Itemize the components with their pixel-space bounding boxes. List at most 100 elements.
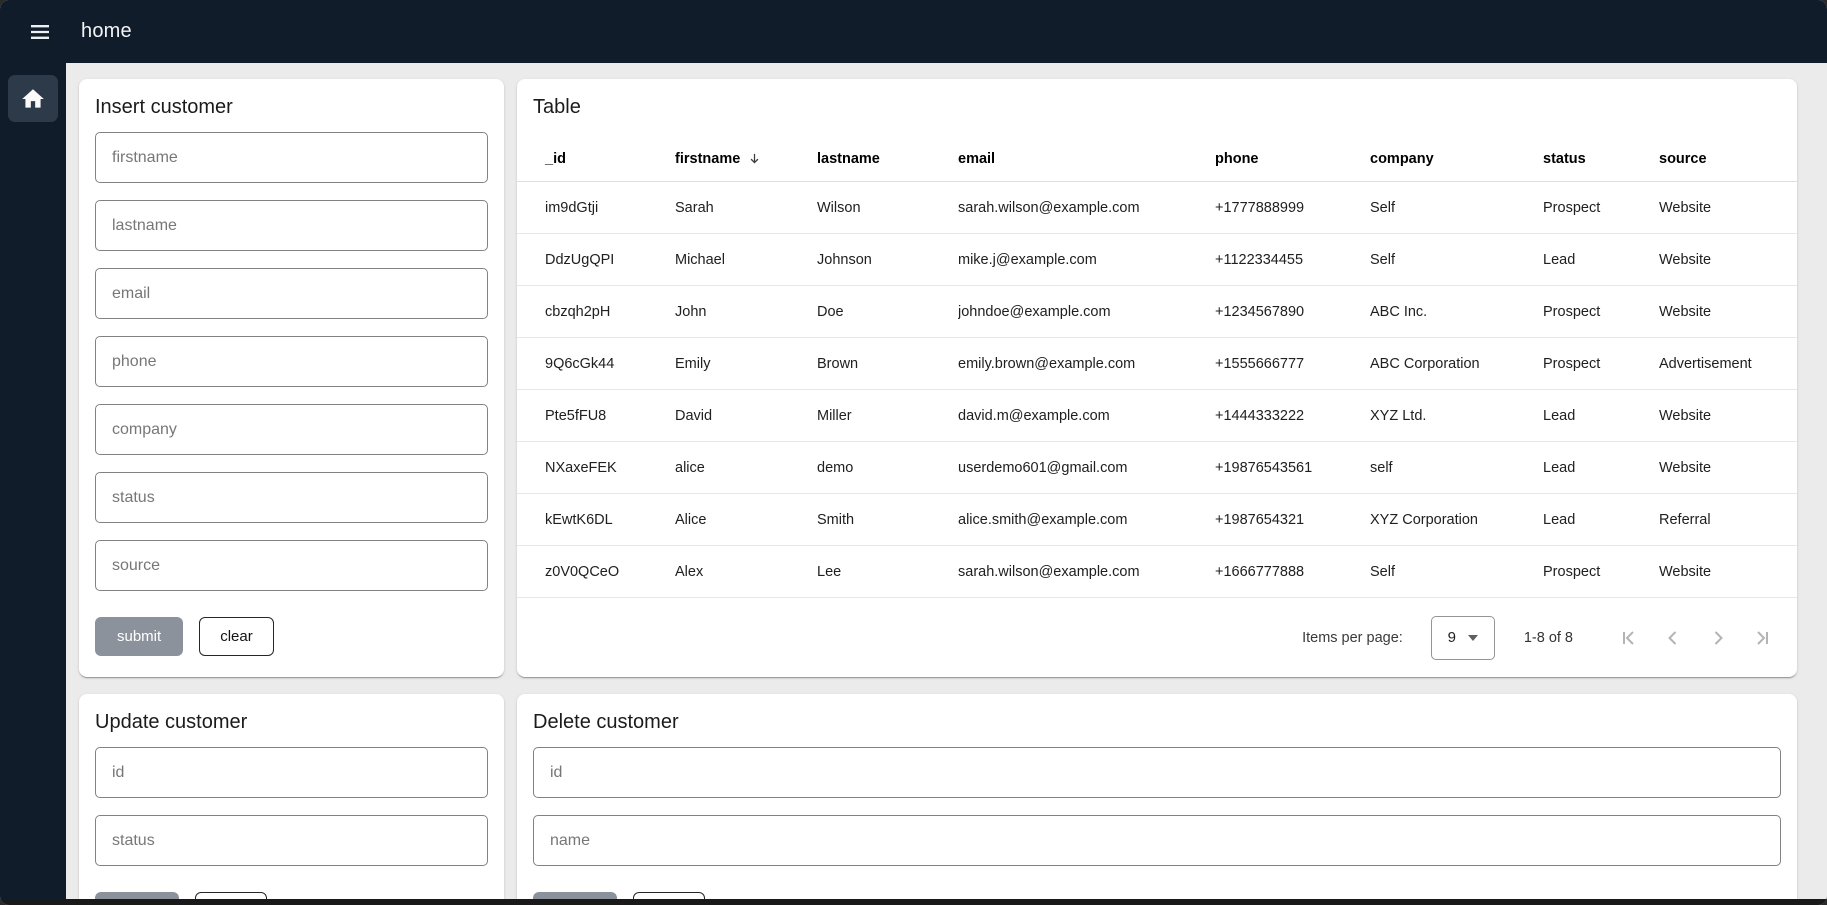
last-page-icon <box>1751 626 1775 650</box>
previous-page-button[interactable] <box>1659 624 1687 652</box>
table-cell: DdzUgQPI <box>545 252 675 268</box>
update-customer-title: Update customer <box>95 708 488 736</box>
delete-customer-fields <box>533 747 1781 866</box>
table-row: Pte5fFU8DavidMillerdavid.m@example.com+1… <box>517 390 1797 442</box>
page-size-select[interactable]: 9 <box>1431 616 1495 660</box>
column-header-phone[interactable]: phone <box>1215 151 1370 167</box>
column-header-label: lastname <box>817 151 880 167</box>
table-cell: XYZ Corporation <box>1370 512 1543 528</box>
column-header-company[interactable]: company <box>1370 151 1543 167</box>
table-row: DdzUgQPIMichaelJohnsonmike.j@example.com… <box>517 234 1797 286</box>
table-body: im9dGtjiSarahWilsonsarah.wilson@example.… <box>517 182 1797 598</box>
insert-customer-title: Insert customer <box>95 93 488 121</box>
table-cell: Johnson <box>817 252 958 268</box>
update-status-input[interactable] <box>95 815 488 866</box>
table-cell: Sarah <box>675 200 817 216</box>
column-header-status[interactable]: status <box>1543 151 1659 167</box>
last-page-button[interactable] <box>1749 624 1777 652</box>
insert-company-input[interactable] <box>95 404 488 455</box>
table-cell: +19876543561 <box>1215 460 1370 476</box>
table-cell: mike.j@example.com <box>958 252 1215 268</box>
insert-submit-button[interactable]: submit <box>95 617 183 656</box>
table-cell: Miller <box>817 408 958 424</box>
column-header-email[interactable]: email <box>958 151 1215 167</box>
table-cell: z0V0QCeO <box>545 564 675 580</box>
first-page-button[interactable] <box>1614 624 1642 652</box>
caret-down-icon <box>1468 635 1478 641</box>
table-cell: Alice <box>675 512 817 528</box>
table-cell: Lead <box>1543 460 1659 476</box>
column-header-label: company <box>1370 151 1434 167</box>
insert-phone-input[interactable] <box>95 336 488 387</box>
first-page-icon <box>1616 626 1640 650</box>
update-customer-card: Update customer <box>79 694 504 905</box>
table-cell: sarah.wilson@example.com <box>958 200 1215 216</box>
table-cell: sarah.wilson@example.com <box>958 564 1215 580</box>
insert-lastname-input[interactable] <box>95 200 488 251</box>
insert-button-row: submit clear <box>95 617 488 656</box>
table-cell: Michael <box>675 252 817 268</box>
table-row: z0V0QCeOAlexLeesarah.wilson@example.com+… <box>517 546 1797 598</box>
table-row: kEwtK6DLAliceSmithalice.smith@example.co… <box>517 494 1797 546</box>
table-row: 9Q6cGk44EmilyBrownemily.brown@example.co… <box>517 338 1797 390</box>
table-row: im9dGtjiSarahWilsonsarah.wilson@example.… <box>517 182 1797 234</box>
table-cell: alice <box>675 460 817 476</box>
menu-button[interactable] <box>21 13 59 51</box>
table-cell: Website <box>1659 408 1777 424</box>
column-header-label: _id <box>545 151 566 167</box>
table-card: Table _id firstnamelastname emailphonecomp… <box>517 79 1797 677</box>
table-cell: Self <box>1370 252 1543 268</box>
table-cell: ABC Inc. <box>1370 304 1543 320</box>
table-cell: Lead <box>1543 512 1659 528</box>
column-header-firstname[interactable]: firstname <box>675 151 817 167</box>
table-cell: im9dGtji <box>545 200 675 216</box>
table-cell: Lee <box>817 564 958 580</box>
delete-customer-card: Delete customer <box>517 694 1797 905</box>
table-cell: self <box>1370 460 1543 476</box>
sidebar <box>0 63 66 899</box>
sidebar-item-home[interactable] <box>8 75 58 122</box>
delete-id-input[interactable] <box>533 747 1781 798</box>
insert-clear-button[interactable]: clear <box>199 617 274 656</box>
table-cell: David <box>675 408 817 424</box>
insert-customer-card: Insert customer submit clear <box>79 79 504 677</box>
table-cell: Alex <box>675 564 817 580</box>
column-header-_id[interactable]: _id <box>545 151 675 167</box>
table-cell: NXaxeFEK <box>545 460 675 476</box>
insert-firstname-input[interactable] <box>95 132 488 183</box>
table-cell: Advertisement <box>1659 356 1777 372</box>
insert-customer-fields <box>95 132 488 591</box>
items-per-page-label: Items per page: <box>1302 630 1403 646</box>
table-paginator: Items per page: 9 1-8 of 8 <box>517 598 1797 677</box>
update-id-input[interactable] <box>95 747 488 798</box>
table-cell: cbzqh2pH <box>545 304 675 320</box>
table-cell: 9Q6cGk44 <box>545 356 675 372</box>
table-cell: Prospect <box>1543 200 1659 216</box>
table-cell: +1234567890 <box>1215 304 1370 320</box>
insert-email-input[interactable] <box>95 268 488 319</box>
paginator-range-label: 1-8 of 8 <box>1524 630 1573 646</box>
table-cell: XYZ Ltd. <box>1370 408 1543 424</box>
table-cell: Website <box>1659 304 1777 320</box>
next-page-button[interactable] <box>1704 624 1732 652</box>
delete-customer-title: Delete customer <box>533 708 1781 736</box>
main-content: Insert customer submit clear Table _id fi… <box>66 63 1827 905</box>
insert-status-input[interactable] <box>95 472 488 523</box>
table-cell: Self <box>1370 200 1543 216</box>
table-title: Table <box>517 93 1797 121</box>
top-navbar: home <box>0 0 1827 63</box>
table-cell: demo <box>817 460 958 476</box>
column-header-lastname[interactable]: lastname <box>817 151 958 167</box>
table-cell: kEwtK6DL <box>545 512 675 528</box>
delete-name-input[interactable] <box>533 815 1781 866</box>
table-cell: Prospect <box>1543 304 1659 320</box>
table-cell: Smith <box>817 512 958 528</box>
table-cell: +1122334455 <box>1215 252 1370 268</box>
table-cell: Doe <box>817 304 958 320</box>
table-cell: Brown <box>817 356 958 372</box>
column-header-source[interactable]: source <box>1659 151 1777 167</box>
table-cell: Website <box>1659 200 1777 216</box>
table-cell: johndoe@example.com <box>958 304 1215 320</box>
insert-source-input[interactable] <box>95 540 488 591</box>
column-header-label: status <box>1543 151 1586 167</box>
